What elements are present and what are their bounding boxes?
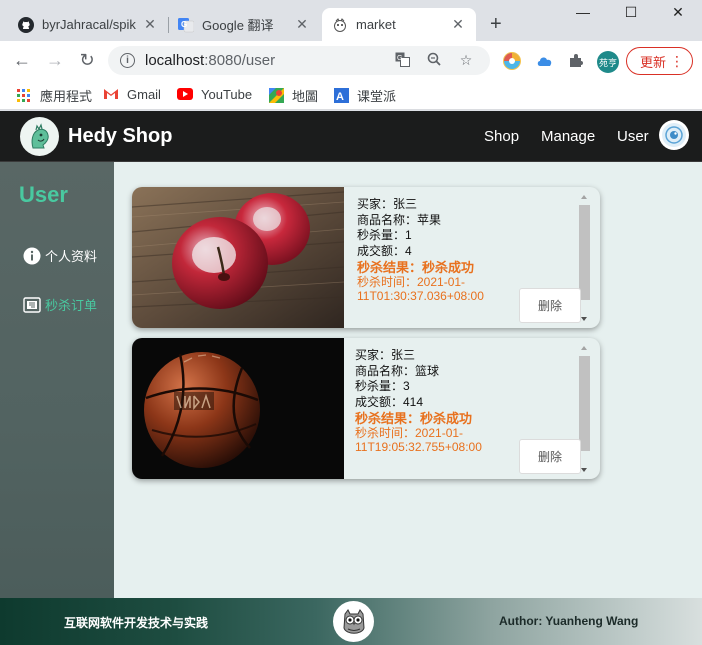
sidebar-title: User: [19, 182, 68, 207]
web-page: Hedy Shop Shop Manage User User 个人资料 秒杀订…: [0, 111, 702, 645]
new-tab-button[interactable]: +: [490, 14, 502, 34]
svg-text:A: A: [336, 91, 344, 103]
browser-tab-strip: byrJahracal/spik ✕ G Google 翻译 ✕ market …: [0, 0, 702, 41]
sidebar-item-profile[interactable]: 个人资料: [23, 246, 97, 265]
nav-shop-link[interactable]: Shop: [484, 128, 519, 145]
time-text: 秒杀时间：2021-01-11T01:30:37.036+08:00: [357, 275, 484, 303]
tab-title: byrJahracal/spik: [42, 17, 136, 32]
scrollbar-thumb[interactable]: [579, 205, 590, 300]
google-translate-icon: G: [178, 17, 194, 33]
maps-icon: [268, 88, 284, 104]
bookmark-ketangpai[interactable]: A 课堂派: [333, 86, 396, 105]
svg-text:G: G: [397, 55, 402, 62]
minimize-icon[interactable]: —: [560, 4, 606, 20]
site-navbar: Hedy Shop Shop Manage User: [0, 111, 702, 162]
order-card: 买家：张三 商品名称：苹果 秒杀量：1 成交额：4 秒杀结果：秒杀成功 秒杀时间…: [132, 187, 600, 328]
quantity-text: 秒杀量：3: [355, 379, 410, 393]
url-text[interactable]: localhost:8080/user: [145, 52, 394, 69]
forward-icon[interactable]: →: [45, 50, 65, 70]
maximize-icon[interactable]: ☐: [608, 4, 654, 21]
extensions-puzzle-icon[interactable]: [567, 52, 585, 70]
user-avatar[interactable]: [659, 120, 689, 150]
nav-user-link[interactable]: User: [617, 128, 649, 145]
extension-cloud-icon[interactable]: [536, 52, 554, 70]
scroll-up-icon[interactable]: [581, 346, 587, 350]
bookmark-maps[interactable]: 地圖: [268, 86, 318, 105]
user-sidebar: User 个人资料 秒杀订单: [0, 162, 114, 598]
bookmark-star-icon[interactable]: ☆: [458, 52, 474, 69]
menu-dots-icon: ⋮: [670, 53, 684, 69]
github-icon: [18, 16, 34, 33]
nav-manage-link[interactable]: Manage: [541, 128, 595, 145]
close-window-icon[interactable]: ✕: [655, 4, 701, 21]
product-text: 商品名称：篮球: [355, 363, 440, 378]
delete-button[interactable]: 删除: [519, 288, 581, 323]
bookmark-label: 课堂派: [357, 89, 397, 104]
youtube-icon: [177, 86, 193, 102]
tab-title: Google 翻译: [202, 18, 274, 33]
site-footer: 互联网软件开发技术与实践 Author: Yuanheng Wang: [0, 598, 702, 645]
close-tab-icon[interactable]: ✕: [294, 16, 310, 33]
bookmark-apps[interactable]: 應用程式: [16, 86, 92, 105]
footer-course-title: 互联网软件开发技术与实践: [64, 616, 209, 630]
time-text: 秒杀时间：2021-01-11T19:05:32.755+08:00: [355, 426, 482, 454]
extension-colorful-icon[interactable]: [503, 52, 521, 70]
tab-market[interactable]: market ✕: [322, 8, 476, 41]
order-card: 买家：张三 商品名称：篮球 秒杀量：3 成交额：414 秒杀结果：秒杀成功 秒杀…: [132, 338, 600, 479]
gmail-icon: [103, 86, 119, 102]
back-icon[interactable]: ←: [12, 50, 32, 70]
result-text: 秒杀结果：秒杀成功: [357, 260, 475, 275]
amount-text: 成交额：4: [357, 243, 412, 258]
owl-logo-icon: [333, 601, 374, 642]
product-text: 商品名称：苹果: [357, 212, 442, 227]
dinosaur-logo-icon[interactable]: [20, 117, 59, 156]
translate-page-icon[interactable]: G: [394, 52, 410, 70]
close-tab-icon[interactable]: ✕: [450, 16, 466, 33]
sidebar-item-orders[interactable]: 秒杀订单: [23, 295, 97, 314]
bookmark-gmail[interactable]: Gmail: [103, 86, 161, 102]
result-text: 秒杀结果：秒杀成功: [355, 411, 473, 426]
close-tab-icon[interactable]: ✕: [142, 16, 158, 33]
buyer-text: 买家：张三: [355, 348, 416, 362]
scroll-down-icon[interactable]: [581, 317, 587, 321]
reload-icon[interactable]: ↻: [77, 50, 97, 70]
bookmark-youtube[interactable]: YouTube: [177, 86, 252, 102]
bookmark-label: 地圖: [292, 89, 319, 104]
apple-photo: [132, 187, 345, 328]
sidebar-item-label: 个人资料: [45, 249, 98, 264]
bookmark-label: YouTube: [201, 86, 253, 102]
brand-title[interactable]: Hedy Shop: [68, 125, 172, 148]
footer-author: Author: Yuanheng Wang: [499, 614, 639, 628]
sidebar-item-label: 秒杀订单: [45, 298, 98, 313]
bookmark-label: Gmail: [127, 86, 161, 102]
orders-content: 买家：张三 商品名称：苹果 秒杀量：1 成交额：4 秒杀结果：秒杀成功 秒杀时间…: [114, 162, 702, 598]
basketball-photo: [132, 338, 344, 479]
site-info-icon[interactable]: i: [120, 53, 135, 68]
tab-title: market: [356, 17, 396, 32]
delete-button[interactable]: 删除: [519, 439, 581, 474]
amount-text: 成交额：414: [355, 394, 424, 409]
address-bar[interactable]: i localhost:8080/user G ☆: [108, 46, 490, 75]
update-button[interactable]: 更新 ⋮: [626, 47, 693, 75]
apps-grid-icon: [16, 88, 32, 104]
buyer-text: 买家：张三: [357, 197, 418, 211]
tab-github[interactable]: byrJahracal/spik ✕: [8, 8, 168, 41]
svg-text:G: G: [181, 20, 187, 29]
bookmark-label: 應用程式: [40, 89, 93, 104]
zoom-icon[interactable]: [426, 52, 442, 69]
quantity-text: 秒杀量：1: [357, 228, 412, 242]
tab-google-translate[interactable]: G Google 翻译 ✕: [168, 8, 320, 41]
info-icon: [23, 247, 41, 265]
market-favicon-icon: [332, 17, 348, 33]
ketangpai-icon: A: [333, 88, 349, 104]
scroll-up-icon[interactable]: [581, 195, 587, 199]
profile-avatar[interactable]: 苑亨: [597, 51, 619, 73]
update-label: 更新: [640, 54, 667, 70]
order-icon: [23, 296, 41, 314]
scroll-down-icon[interactable]: [581, 468, 587, 472]
bookmarks-bar: 應用程式 Gmail YouTube 地圖 A 课堂派: [0, 80, 702, 110]
scrollbar-thumb[interactable]: [579, 356, 590, 451]
